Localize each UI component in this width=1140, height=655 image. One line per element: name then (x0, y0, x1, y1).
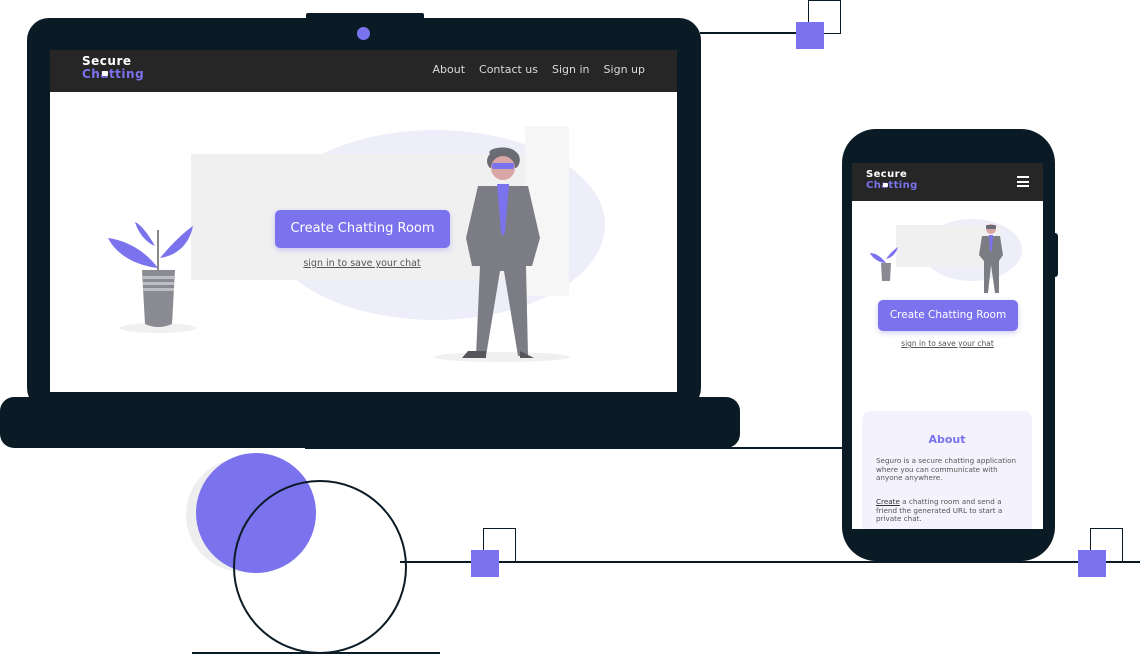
phone-lock-icon (883, 183, 888, 187)
laptop-screen: Secure Chatting About Contact us Sign in… (50, 50, 677, 392)
nav-contact-link[interactable]: Contact us (479, 63, 538, 76)
person-illustration (434, 147, 570, 362)
nav-links: About Contact us Sign in Sign up (432, 63, 645, 76)
nav-about-link[interactable]: About (432, 63, 465, 76)
phone-brand-logo[interactable]: Secure Chatting (866, 169, 918, 191)
brand-word-2: Chatting (82, 67, 145, 81)
webcam-icon (357, 27, 370, 40)
create-room-button[interactable]: Create Chatting Room (275, 210, 450, 248)
about-card: About Seguro is a secure chatting applic… (862, 411, 1032, 529)
phone-signin-save-link[interactable]: sign in to save your chat (872, 339, 1023, 348)
nav-signup-link[interactable]: Sign up (604, 63, 645, 76)
about-paragraph-1: Seguro is a secure chatting application … (876, 456, 1017, 483)
phone-side-button (1052, 233, 1058, 277)
navbar: Secure Chatting About Contact us Sign in… (50, 50, 677, 92)
about-paragraph-2: Create a chatting room and send a friend… (876, 497, 1022, 524)
lock-icon (102, 71, 108, 76)
phone-plant-illustration (870, 247, 898, 281)
about-title: About (928, 433, 966, 446)
phone-person-illustration (979, 224, 1003, 293)
phone-screen: Secure Chatting Create Chatting Room sig… (852, 163, 1043, 529)
signin-save-link[interactable]: sign in to save your chat (262, 258, 462, 269)
phone-navbar: Secure Chatting (852, 163, 1043, 201)
brand-logo[interactable]: Secure Chatting (82, 55, 144, 81)
deco-square-fill-top (796, 22, 824, 49)
phone-brand-word-1: Secure (866, 169, 908, 180)
deco-square-fill-right (1078, 550, 1106, 577)
nav-signin-link[interactable]: Sign in (552, 63, 590, 76)
phone-brand-word-2: Chatting (866, 180, 918, 191)
deco-circles (186, 453, 440, 654)
plant-illustration (108, 222, 196, 333)
laptop-base (0, 397, 740, 448)
deco-square-fill-left (471, 550, 499, 577)
phone-create-room-button[interactable]: Create Chatting Room (878, 300, 1018, 331)
hamburger-menu-icon[interactable] (1017, 176, 1029, 187)
